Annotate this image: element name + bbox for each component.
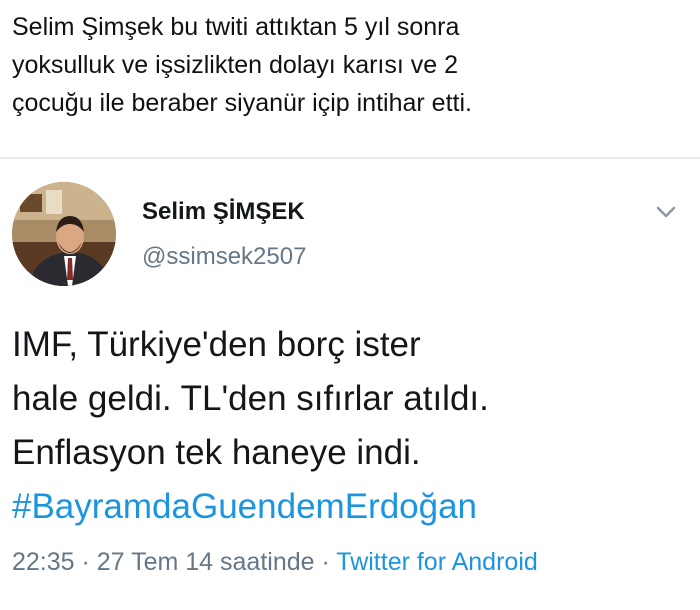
avatar-photo [12, 182, 116, 286]
display-name[interactable]: Selim ŞİMŞEK [142, 198, 305, 226]
avatar[interactable] [12, 182, 116, 286]
divider [0, 157, 700, 159]
caption-text: Selim Şimşek bu twiti attıktan 5 yıl son… [12, 8, 684, 122]
tweet-text-line: IMF, Türkiye'den borç ister [12, 325, 421, 364]
tweet-time: 22:35 [12, 548, 75, 576]
caption-line: Selim Şimşek bu twiti attıktan 5 yıl son… [12, 13, 460, 41]
chevron-down-icon[interactable] [650, 196, 682, 228]
tweet-source-link[interactable]: Twitter for Android [336, 548, 537, 576]
tweet-text: IMF, Türkiye'den borç ister hale geldi. … [12, 318, 692, 534]
tweet-meta: 22:35 · 27 Tem 14 saatinde · Twitter for… [12, 548, 538, 577]
meta-separator: · [314, 548, 337, 576]
caption-line: çocuğu ile beraber siyanür içip intihar … [12, 89, 472, 117]
meta-separator: · [74, 548, 97, 576]
tweet-text-line: hale geldi. TL'den sıfırlar atıldı. [12, 379, 489, 418]
user-handle[interactable]: @ssimsek2507 [142, 243, 306, 271]
hashtag-link[interactable]: #BayramdaGuendemErdoğan [12, 480, 692, 534]
tweet-card: Selim ŞİMŞEK @ssimsek2507 IMF, Türkiye'd… [0, 160, 700, 610]
caption-line: yoksulluk ve işsizlikten dolayı karısı v… [12, 51, 459, 79]
tweet-date: 27 Tem 14 saatinde [96, 548, 315, 576]
tweet-text-line: Enflasyon tek haneye indi. [12, 433, 421, 472]
